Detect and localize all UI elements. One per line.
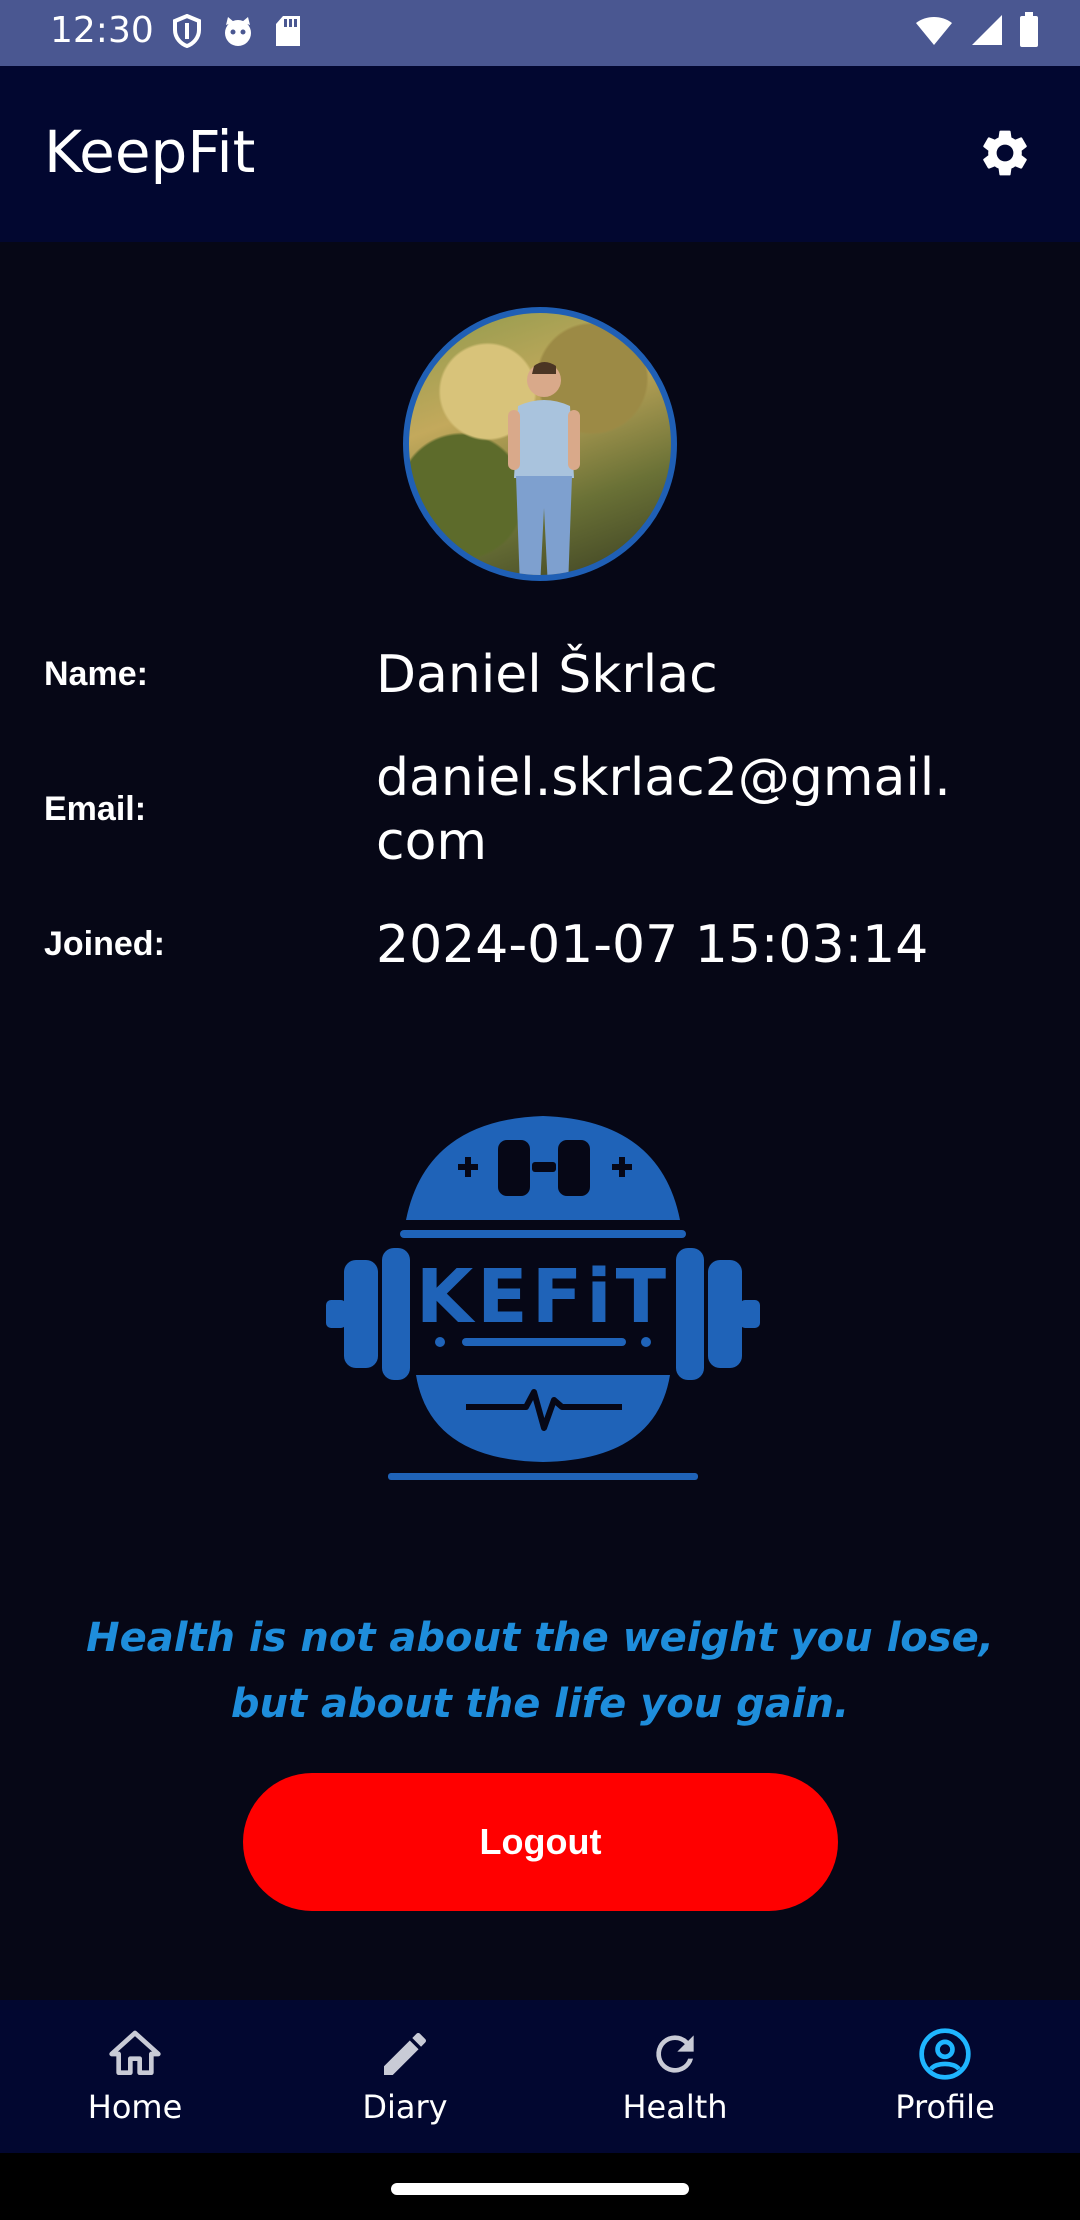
nav-label-home: Home: [87, 2088, 183, 2126]
joined-value: 2024-01-07 15:03:14: [376, 915, 929, 975]
status-system-icons: [914, 12, 1040, 48]
nav-item-home[interactable]: Home: [0, 2000, 270, 2153]
keepfit-logo: KEFiT: [326, 1116, 760, 1480]
avatar[interactable]: [403, 307, 677, 581]
bottom-navigation: Home Diary Health Profile: [0, 2000, 1080, 2153]
settings-button[interactable]: [970, 120, 1040, 190]
nav-label-profile: Profile: [895, 2088, 995, 2126]
nav-label-diary: Diary: [362, 2088, 448, 2126]
pencil-icon: [377, 2026, 433, 2082]
status-bar: 12:30: [0, 0, 1080, 66]
logout-button[interactable]: Logout: [243, 1773, 838, 1911]
joined-label: Joined:: [44, 925, 165, 963]
home-icon: [107, 2026, 163, 2082]
name-label: Name:: [44, 655, 148, 693]
nav-item-diary[interactable]: Diary: [270, 2000, 540, 2153]
status-notification-icons: [172, 14, 302, 48]
nav-label-health: Health: [622, 2088, 728, 2126]
name-value: Daniel Škrlac: [376, 645, 718, 705]
shield-icon: [172, 14, 202, 48]
email-label: Email:: [44, 790, 147, 828]
nav-item-profile[interactable]: Profile: [810, 2000, 1080, 2153]
refresh-icon: [647, 2026, 703, 2082]
signal-icon: [968, 13, 1004, 47]
person-photo: [508, 362, 580, 575]
app-bar: KeepFit: [0, 66, 1080, 242]
logo-text: KEFiT: [416, 1254, 670, 1340]
wifi-icon: [914, 13, 954, 47]
home-gesture-bar[interactable]: [391, 2183, 689, 2195]
status-time: 12:30: [50, 10, 154, 51]
battery-icon: [1018, 12, 1040, 48]
cat-face-icon: [220, 15, 256, 47]
motivational-quote: Health is not about the weight you lose,…: [86, 1615, 994, 1727]
email-value: daniel.skrlac2@gmail.com: [376, 748, 951, 872]
sd-card-icon: [274, 14, 302, 48]
account-circle-icon: [917, 2026, 973, 2082]
app-title: KeepFit: [44, 118, 256, 186]
gear-icon: [977, 125, 1033, 185]
nav-item-health[interactable]: Health: [540, 2000, 810, 2153]
